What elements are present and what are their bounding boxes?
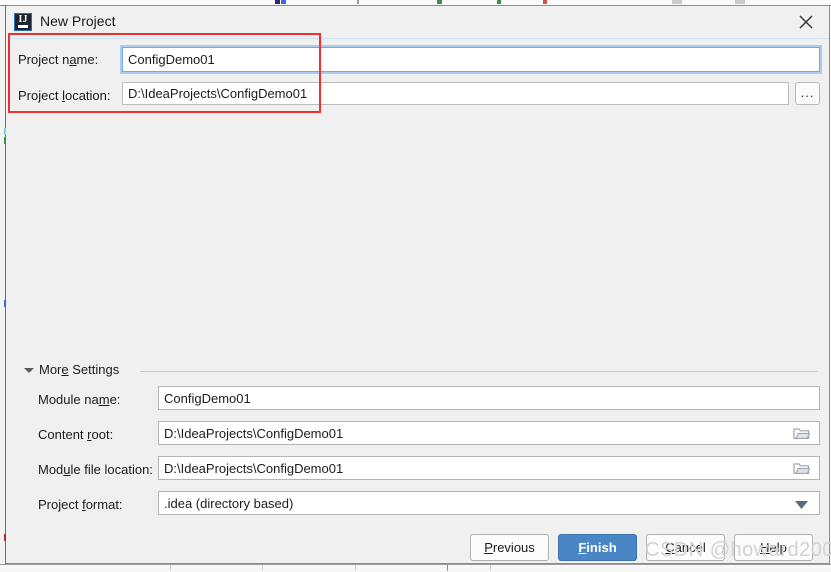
project-location-label-pre: Project	[18, 88, 63, 103]
close-icon[interactable]	[791, 11, 821, 33]
previous-button-label-post: revious	[492, 540, 535, 555]
more-settings-label-pre: Mor	[39, 362, 62, 377]
more-settings-separator	[140, 371, 818, 372]
module-file-location-label-post: le file location:	[70, 462, 153, 477]
background-tab-fragment	[437, 0, 442, 4]
more-settings-label-mnemonic: e	[61, 362, 69, 377]
project-format-label: Project format:	[38, 497, 123, 512]
folder-icon[interactable]	[793, 426, 811, 440]
background-bottom-mark	[170, 565, 171, 571]
previous-button[interactable]: Previous	[470, 534, 549, 561]
background-bottom-mark	[447, 565, 448, 571]
module-name-label-pre: Module na	[38, 392, 99, 407]
background-tab-fragment	[357, 0, 359, 4]
dialog-titlebar: IJ New Project	[6, 6, 829, 39]
background-tab-fragment	[275, 0, 280, 4]
finish-button[interactable]: Finish	[558, 534, 637, 561]
project-format-label-post: ormat:	[85, 497, 123, 512]
project-name-input[interactable]	[122, 47, 820, 72]
background-tab-fragment	[281, 0, 286, 4]
module-file-location-label: Module file location:	[38, 462, 153, 477]
more-settings-label-post: Settings	[68, 362, 120, 377]
previous-button-mnemonic: P	[484, 540, 493, 555]
watermark: CSDN @howard2005	[645, 539, 831, 561]
background-bottom-mark	[262, 565, 263, 571]
module-file-location-label-mnemonic: u	[63, 462, 71, 477]
project-name-label-post: me:	[76, 52, 99, 67]
project-format-label-pre: Project	[38, 497, 83, 512]
background-tab-fragment	[735, 0, 745, 4]
project-name-label: Project name:	[18, 52, 98, 67]
project-name-label-mnemonic: a	[69, 52, 77, 67]
new-project-dialog: IJ New Project Project name: Project loc…	[6, 5, 830, 564]
folder-icon[interactable]	[793, 461, 811, 475]
content-root-label: Content root:	[38, 427, 113, 442]
content-root-input[interactable]	[158, 421, 820, 445]
module-name-input[interactable]	[158, 386, 820, 410]
project-location-label: Project location:	[18, 88, 111, 103]
intellij-idea-icon: IJ	[14, 13, 32, 31]
module-file-location-label-pre: Mod	[38, 462, 64, 477]
project-location-label-post: ocation:	[64, 88, 111, 103]
background-tab-fragment	[672, 0, 682, 4]
finish-button-label-post: inish	[586, 540, 617, 555]
module-file-location-input[interactable]	[158, 456, 820, 480]
triangle-down-icon	[24, 368, 34, 373]
background-tab-fragment	[497, 0, 501, 4]
dialog-title: New Project	[40, 13, 116, 29]
content-root-label-pre: Content	[38, 427, 88, 442]
more-settings-label: More Settings	[39, 362, 119, 377]
background-tab-fragment	[543, 0, 547, 4]
screen: IJ New Project Project name: Project loc…	[0, 0, 831, 572]
content-root-label-post: oot:	[91, 427, 114, 442]
project-location-input[interactable]	[122, 82, 789, 105]
project-location-browse-button[interactable]: ...	[795, 82, 820, 105]
project-name-label-pre: Project n	[18, 52, 70, 67]
project-format-select[interactable]	[158, 491, 820, 515]
chevron-down-icon[interactable]	[795, 498, 808, 513]
module-name-label-mnemonic: m	[98, 392, 110, 407]
module-name-label: Module name:	[38, 392, 120, 407]
module-name-label-post: e:	[109, 392, 121, 407]
background-bottom-mark	[490, 565, 491, 571]
background-bottom-mark	[355, 565, 356, 571]
